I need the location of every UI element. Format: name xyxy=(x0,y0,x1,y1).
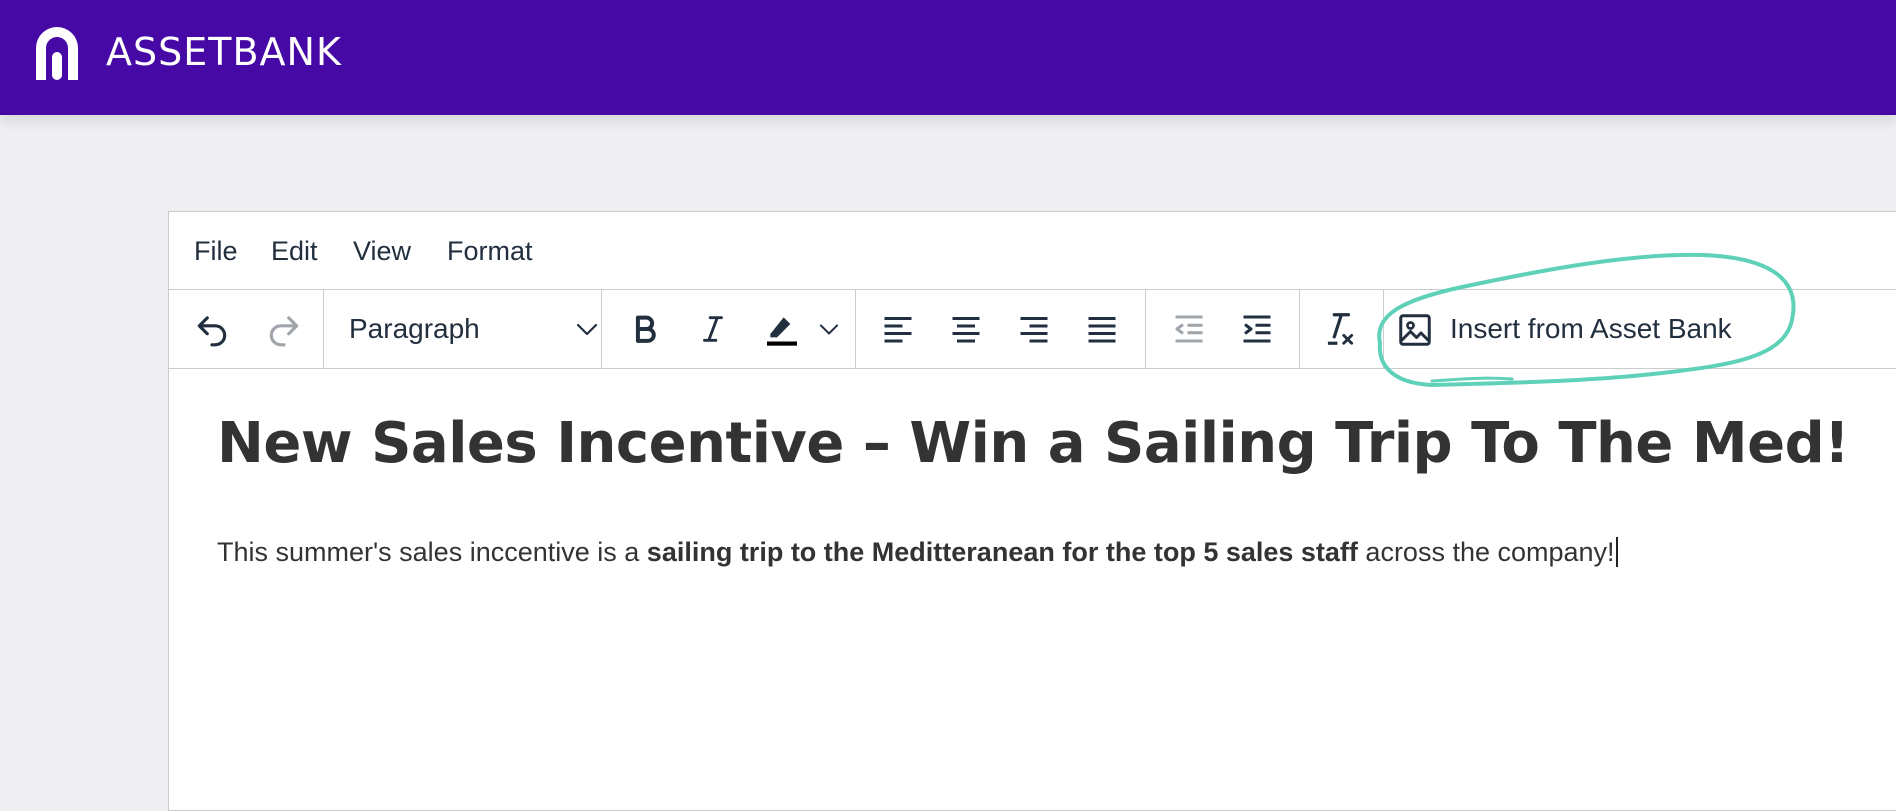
text-cursor xyxy=(1615,537,1618,567)
align-left-button[interactable] xyxy=(875,306,921,352)
toolbar-separator xyxy=(601,290,602,368)
assetbank-logo-icon[interactable] xyxy=(30,20,84,82)
undo-button[interactable] xyxy=(189,306,235,352)
block-format-value: Paragraph xyxy=(349,313,480,344)
clear-formatting-icon xyxy=(1327,313,1354,345)
align-left-icon xyxy=(884,317,912,343)
highlight-chevron-button[interactable] xyxy=(818,320,840,343)
insert-from-asset-bank-label: Insert from Asset Bank xyxy=(1450,313,1732,344)
menu-format[interactable]: Format xyxy=(447,212,533,290)
menu-edit[interactable]: Edit xyxy=(271,212,318,290)
indent-button[interactable] xyxy=(1234,306,1280,352)
chevron-down-icon xyxy=(576,323,598,336)
redo-icon xyxy=(269,316,299,347)
app-header: ASSETBANK xyxy=(0,0,1896,115)
toolbar-separator xyxy=(1299,290,1300,368)
insert-from-asset-bank-button[interactable]: Insert from Asset Bank xyxy=(1396,300,1756,358)
toolbar-separator xyxy=(1383,290,1384,368)
bold-icon xyxy=(635,315,656,343)
redo-button[interactable] xyxy=(261,306,307,352)
highlight-color-icon xyxy=(767,317,797,346)
outdent-button[interactable] xyxy=(1166,306,1212,352)
align-justify-button[interactable] xyxy=(1079,306,1125,352)
image-icon xyxy=(1399,314,1431,346)
align-right-button[interactable] xyxy=(1011,306,1057,352)
document-title[interactable]: New Sales Incentive – Win a Sailing Trip… xyxy=(217,409,1850,479)
paragraph-text-bold: sailing trip to the Meditteranean for th… xyxy=(646,537,1358,567)
clear-formatting-button[interactable] xyxy=(1316,306,1362,352)
brand-name[interactable]: ASSETBANK xyxy=(106,30,342,74)
document-paragraph[interactable]: This summer's sales inccentive is a sail… xyxy=(217,534,1618,570)
align-center-icon xyxy=(952,317,980,343)
toolbar-separator xyxy=(1145,290,1146,368)
align-justify-icon xyxy=(1088,317,1116,343)
rich-text-editor: File Edit View Format Paragraph Insert f… xyxy=(168,211,1896,811)
paragraph-text-before: This summer's sales inccentive is a xyxy=(217,537,647,567)
outdent-icon xyxy=(1175,315,1203,343)
menu-view[interactable]: View xyxy=(353,212,411,290)
toolbar-separator xyxy=(323,290,324,368)
undo-icon xyxy=(197,316,227,347)
menu-file[interactable]: File xyxy=(194,212,238,290)
highlight-color-button[interactable] xyxy=(759,306,805,352)
chevron-down-icon xyxy=(819,324,839,335)
italic-button[interactable] xyxy=(690,306,736,352)
bold-button[interactable] xyxy=(622,306,668,352)
align-center-button[interactable] xyxy=(943,306,989,352)
toolbar-separator xyxy=(855,290,856,368)
italic-icon xyxy=(703,316,723,342)
align-right-icon xyxy=(1020,317,1048,343)
editor-menubar: File Edit View Format xyxy=(169,212,1896,290)
indent-icon xyxy=(1243,315,1271,343)
block-format-select[interactable]: Paragraph xyxy=(349,300,599,358)
paragraph-text-after: across the company! xyxy=(1357,537,1615,567)
editor-toolbar: Paragraph Insert from Asset Bank xyxy=(169,290,1896,369)
